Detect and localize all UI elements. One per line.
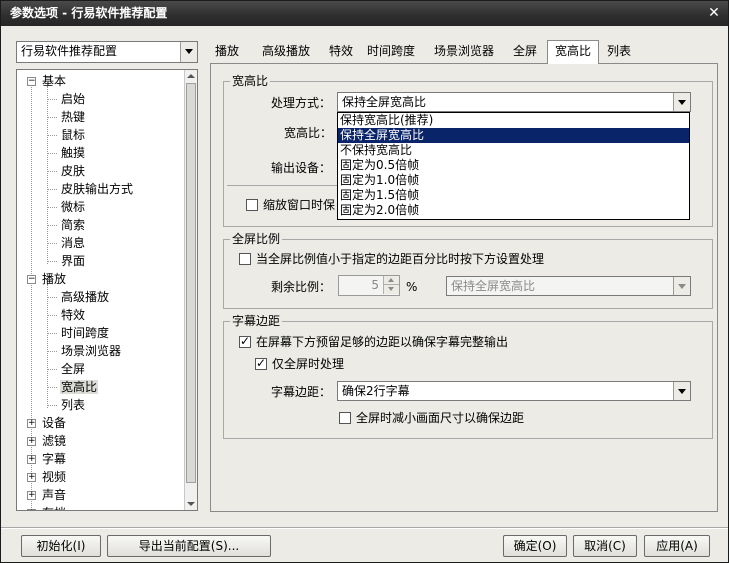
tab-fullscreen[interactable]: 全屏 [508, 41, 542, 63]
group-title: 全屏比例 [230, 232, 283, 246]
dropdown-option[interactable]: 保持宽高比(推荐) [338, 113, 689, 128]
tree-item[interactable]: 热键 [47, 108, 85, 126]
tree-node-label: 播放 [42, 272, 67, 286]
dropdown-option-highlighted[interactable]: 保持全屏宽高比 [338, 128, 689, 143]
tree-node-subtitle[interactable]: + 字幕 [27, 450, 66, 468]
apply-button[interactable]: 应用(A) [644, 535, 710, 557]
expand-icon[interactable]: + [27, 419, 36, 428]
dropdown-option[interactable]: 固定为1.5倍帧 [338, 188, 689, 203]
tree-item[interactable]: 时间跨度 [47, 324, 109, 342]
tree-item[interactable]: 界面 [47, 252, 85, 270]
export-config-button[interactable]: 导出当前配置(S)... [107, 535, 271, 557]
tree-item[interactable]: 触摸 [47, 144, 85, 162]
expand-icon[interactable]: + [27, 437, 36, 446]
tree-scrollbar[interactable] [184, 70, 197, 510]
tree-node-basic[interactable]: − 基本 [27, 72, 66, 90]
tree-item[interactable]: 特效 [47, 306, 85, 324]
tree-node-playback[interactable]: − 播放 [27, 270, 66, 288]
tree-item[interactable]: 消息 [47, 234, 85, 252]
shrink-checkbox[interactable] [339, 412, 351, 424]
dropdown-option[interactable]: 不保持宽高比 [338, 143, 689, 158]
ratio-label: 宽高比： [284, 126, 333, 140]
tree-item[interactable]: 高级播放 [47, 288, 109, 306]
fullscreen-ratio-checkbox-label: 当全屏比例值小于指定的边距百分比时按下方设置处理 [256, 252, 545, 266]
tab-advanced-playback[interactable]: 高级播放 [254, 41, 318, 63]
cancel-button[interactable]: 取消(C) [573, 535, 637, 557]
chevron-down-icon[interactable] [673, 277, 690, 295]
fullscreen-ratio-checkbox[interactable] [239, 253, 251, 265]
close-icon[interactable]: ✕ [705, 4, 723, 22]
remain-label: 剩余比例： [271, 280, 332, 294]
tree-item[interactable]: 皮肤输出方式 [47, 180, 133, 198]
group-title: 宽高比 [230, 74, 271, 88]
scroll-thumb[interactable] [186, 83, 196, 483]
fullscreen-mode-select[interactable]: 保持全屏宽高比 [446, 276, 691, 296]
chevron-down-icon[interactable] [673, 382, 690, 400]
dropdown-option[interactable]: 固定为2.0倍帧 [338, 203, 689, 218]
tree-item[interactable]: 启始 [47, 90, 85, 108]
tree-item[interactable]: 皮肤 [47, 162, 85, 180]
remain-spinner[interactable]: 5 [338, 275, 400, 296]
scale-checkbox[interactable] [246, 199, 258, 211]
fullscreen-only-checkbox-label: 仅全屏时处理 [272, 357, 345, 371]
fullscreen-only-checkbox[interactable] [255, 356, 267, 370]
tab-scene-browser[interactable]: 场景浏览器 [432, 41, 496, 63]
title-bar: 参数选项 - 行易软件推荐配置 ✕ [1, 1, 728, 26]
expand-icon[interactable]: + [27, 473, 36, 482]
scroll-up-icon[interactable] [187, 74, 195, 78]
tree-node-archive[interactable]: +存档 [27, 504, 66, 510]
margin-select[interactable]: 确保2行字幕 [337, 381, 691, 401]
tree-item[interactable]: 全屏 [47, 360, 85, 378]
tab-effects[interactable]: 特效 [324, 41, 358, 63]
subtitle-margin-checkbox-label: 在屏幕下方预留足够的边距以确保字幕完整输出 [256, 335, 509, 349]
tree-node-filter[interactable]: + 滤镜 [27, 432, 66, 450]
tree-item[interactable]: 微标 [47, 198, 85, 216]
mode-dropdown-list[interactable]: 保持宽高比(推荐) 保持全屏宽高比 不保持宽高比 固定为0.5倍帧 固定为1.0… [337, 112, 690, 220]
tree-item[interactable]: 简索 [47, 216, 85, 234]
tree-node-video[interactable]: + 视频 [27, 468, 66, 486]
tab-list[interactable]: 列表 [602, 41, 636, 63]
profile-select-value: 行易软件推荐配置 [21, 44, 118, 58]
dropdown-option[interactable]: 固定为1.0倍帧 [338, 173, 689, 188]
expand-icon[interactable]: + [27, 455, 36, 464]
dropdown-option[interactable]: 固定为0.5倍帧 [338, 158, 689, 173]
expand-icon[interactable]: + [27, 509, 36, 510]
subtitle-margin-checkbox[interactable] [239, 334, 251, 348]
output-label: 输出设备： [271, 161, 332, 175]
separator [1, 527, 728, 529]
chevron-down-icon[interactable] [180, 42, 197, 62]
init-button[interactable]: 初始化(I) [21, 535, 101, 557]
group-title: 字幕边距 [230, 314, 283, 328]
collapse-icon[interactable]: − [27, 275, 36, 284]
tab-playback[interactable]: 播放 [210, 41, 244, 63]
tree-item[interactable]: 鼠标 [47, 126, 85, 144]
profile-select[interactable]: 行易软件推荐配置 [16, 41, 198, 63]
shrink-checkbox-label: 全屏时减小画面尺寸以确保边距 [356, 411, 525, 425]
tree-node-device[interactable]: + 设备 [27, 414, 66, 432]
settings-tree[interactable]: − 基本 启始 热键 鼠标 触摸 皮肤 皮肤输出方式 微标 简索 消息 界面 −… [16, 69, 198, 511]
chevron-down-icon[interactable] [673, 93, 690, 111]
tree-item[interactable]: 场景浏览器 [47, 342, 121, 360]
preferences-window: 参数选项 - 行易软件推荐配置 ✕ 行易软件推荐配置 − 基本 启始 热键 鼠标… [0, 0, 729, 563]
tab-aspect-ratio[interactable]: 宽高比 [547, 40, 599, 64]
tree-node-audio[interactable]: + 声音 [27, 486, 66, 504]
mode-label: 处理方式： [271, 96, 332, 110]
fullscreen-ratio-group: 全屏比例 [223, 232, 713, 309]
scale-checkbox-label: 缩放窗口时保 [263, 198, 336, 212]
spin-down-icon[interactable] [383, 285, 399, 294]
tree-node-label: 基本 [42, 74, 67, 88]
collapse-icon[interactable]: − [27, 77, 36, 86]
mode-select[interactable]: 保持全屏宽高比 [337, 92, 691, 112]
ok-button[interactable]: 确定(O) [503, 535, 567, 557]
window-title: 参数选项 - 行易软件推荐配置 [10, 6, 168, 20]
margin-label: 字幕边距： [271, 385, 332, 399]
tree-item-selected[interactable]: 宽高比 [47, 378, 99, 396]
tab-time-span[interactable]: 时间跨度 [365, 41, 417, 63]
tree-item[interactable]: 列表 [47, 396, 85, 414]
spin-up-icon[interactable] [383, 276, 399, 285]
expand-icon[interactable]: + [27, 491, 36, 500]
scroll-down-icon[interactable] [187, 502, 195, 506]
percent-unit: % [406, 280, 418, 294]
